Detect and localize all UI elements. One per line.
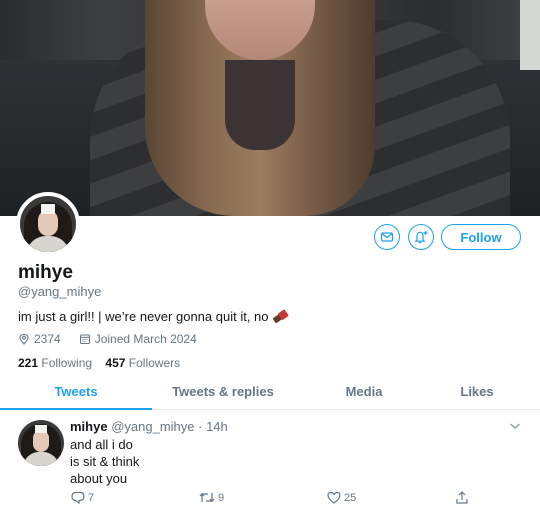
reply-button[interactable]: 7 [70,490,94,505]
follow-button[interactable]: Follow [441,224,521,250]
tab-tweets-replies[interactable]: Tweets & replies [152,376,294,409]
tweet-avatar[interactable] [18,420,64,466]
tab-tweets[interactable]: Tweets [0,376,152,410]
banner-shirt [225,60,295,150]
tweet-header: mihye @yang_mihye · 14h [70,419,228,434]
tab-likes[interactable]: Likes [434,376,520,409]
bio-text: im just a girl!! | we’re never gonna qui… [18,309,269,324]
retweet-button[interactable]: 9 [198,490,224,505]
follow-counts: 221 Following 457 Followers [18,356,180,370]
tweet-dot: · [194,419,207,434]
following-count: 221 [18,356,39,370]
heart-icon [327,491,341,504]
location-pin-icon [19,333,29,345]
profile-location: 2374 [34,332,61,346]
followers-link[interactable]: 457 Followers [105,356,180,370]
followers-label: Followers [128,356,181,370]
avatar-note [41,204,55,214]
share-button[interactable] [454,490,470,505]
like-count: 25 [344,491,357,504]
profile-bio: im just a girl!! | we’re never gonna qui… [18,307,289,326]
profile-avatar[interactable] [16,192,80,256]
share-icon [456,491,468,504]
profile-meta: 2374 Joined March 2024 [18,332,197,346]
reply-count: 7 [88,491,95,504]
tab-media[interactable]: Media [294,376,434,409]
calendar-icon [79,334,90,344]
notifications-button[interactable] [408,224,434,250]
tweet-line: about you [70,471,128,486]
reply-icon [71,491,85,505]
profile-name: mihye [18,262,73,283]
chevron-down-icon[interactable] [509,421,521,431]
tweet-line: and all i do [70,437,133,452]
profile-handle: @yang_mihye [18,284,102,299]
followers-count: 457 [105,356,126,370]
bell-add-icon [414,231,428,244]
retweet-icon [199,492,215,503]
tweet-actions: 7 9 25 [70,490,480,508]
profile-tabs: Tweets Tweets & replies Media Likes [0,376,540,410]
tweet-author-handle: @yang_mihye [111,419,195,434]
tweet-time[interactable]: 14h [206,419,228,434]
message-button[interactable] [374,224,400,250]
banner-window [520,0,540,70]
tweet-avatar-note [35,425,47,433]
tweet-line: is sit & think [70,454,140,469]
tweet-text: and all i do is sit & think about you [70,436,139,487]
like-button[interactable]: 25 [326,490,356,505]
retweet-count: 9 [218,491,225,504]
following-link[interactable]: 221 Following [18,356,92,370]
message-icon [380,232,394,242]
profile-banner[interactable] [0,0,540,216]
tweet-author-name[interactable]: mihye [70,419,108,434]
tweet-avatar-face [33,430,49,452]
profile-joined: Joined March 2024 [94,332,197,346]
following-label: Following [41,356,93,370]
chocolate-bar-emoji [270,307,289,326]
